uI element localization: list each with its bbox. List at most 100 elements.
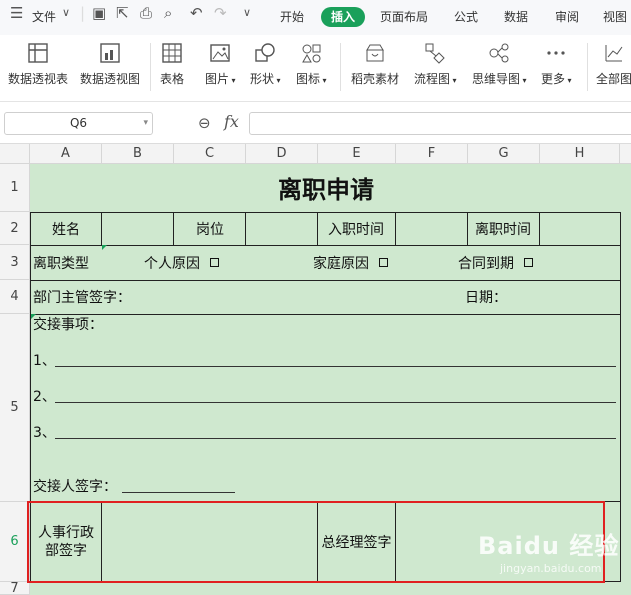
all-charts-button[interactable]: 全部图 (596, 42, 631, 87)
option-personal-reason[interactable]: 个人原因 (144, 245, 219, 280)
chevron-down-icon[interactable]: ∨ (62, 0, 70, 26)
flowchart-icon (425, 43, 445, 64)
table-border (539, 212, 540, 245)
mindmap-button[interactable]: 思维导图 ▾ (472, 42, 527, 87)
chevron-down-icon[interactable]: ∨ (243, 0, 251, 26)
table-border (101, 212, 102, 245)
pivot-chart-button[interactable]: 数据透视图 (80, 42, 140, 87)
flowchart-button[interactable]: 流程图 ▾ (414, 42, 457, 87)
ribbon-toolbar: 数据透视表 数据透视图 表格 图片 ▾ 形状 ▾ 图标 ▾ 稻壳素材 流程图 ▾… (0, 35, 631, 102)
zoom-search-icon[interactable]: ⊖ (198, 114, 211, 132)
chevron-down-icon[interactable]: ▾ (143, 113, 148, 134)
form-title: 离职申请 (278, 175, 374, 204)
row-header-7[interactable]: 7 (0, 581, 30, 595)
undo-icon[interactable]: ↶ (190, 0, 203, 26)
cell-position-label[interactable]: 岗位 (196, 212, 224, 245)
docer-material-button[interactable]: 稻壳素材 (351, 42, 399, 87)
divider (587, 43, 588, 91)
column-header-a[interactable]: A (30, 144, 102, 164)
shape-button[interactable]: 形状 ▾ (250, 42, 281, 87)
row-header-4[interactable]: 4 (0, 280, 30, 314)
comment-indicator (102, 245, 107, 250)
save-icon[interactable]: ▣ (92, 0, 106, 26)
print-preview-icon[interactable]: ⌕ (164, 0, 172, 26)
table-border (30, 314, 621, 315)
underline (55, 402, 616, 403)
icons-library-icon (302, 44, 321, 63)
row-header-3[interactable]: 3 (0, 245, 30, 280)
column-header-d[interactable]: D (246, 144, 318, 164)
underline (55, 366, 616, 367)
table-border (30, 212, 621, 213)
redo-icon[interactable]: ↷ (214, 0, 227, 26)
picture-button[interactable]: 图片 ▾ (205, 42, 236, 87)
baidu-watermark: Baidu 经验 (478, 532, 620, 560)
formula-input[interactable] (249, 112, 631, 135)
more-dots-icon (547, 51, 565, 55)
export-icon[interactable]: ⇱ (116, 0, 129, 26)
mindmap-icon (489, 43, 509, 63)
cell-leave-type-label[interactable]: 离职类型 (33, 245, 89, 280)
tab-page-layout[interactable]: 页面布局 (380, 7, 428, 27)
cell-supervisor-signature[interactable]: 部门主管签字： (33, 280, 131, 314)
table-border (467, 212, 468, 245)
tab-insert[interactable]: 插入 (321, 7, 366, 27)
select-all-corner[interactable] (0, 144, 30, 164)
column-header-c[interactable]: C (174, 144, 246, 164)
table-button[interactable]: 表格 (160, 42, 184, 87)
checkbox-icon[interactable] (379, 258, 388, 267)
picture-icon (210, 44, 230, 62)
tab-data[interactable]: 数据 (504, 7, 528, 27)
row-header-1[interactable]: 1 (0, 164, 30, 212)
handover-item-2: 2、 (33, 389, 56, 405)
table-icon (162, 43, 182, 63)
column-header-b[interactable]: B (102, 144, 174, 164)
icon-button[interactable]: 图标 ▾ (296, 42, 327, 87)
chart-icon (605, 45, 623, 62)
divider (340, 43, 341, 91)
column-header-h[interactable]: H (540, 144, 620, 164)
pivot-table-button[interactable]: 数据透视表 (8, 42, 68, 87)
row-header-5[interactable]: 5 (0, 314, 30, 502)
table-border (395, 212, 396, 245)
handover-item-1: 1、 (33, 353, 56, 369)
underline (122, 492, 235, 493)
table-border (173, 212, 174, 245)
tab-review[interactable]: 审阅 (555, 7, 579, 27)
cell-handover-items[interactable]: 交接事项： (33, 314, 103, 334)
column-header-e[interactable]: E (318, 144, 396, 164)
tab-home[interactable]: 开始 (280, 7, 304, 27)
row-header-6[interactable]: 6 (0, 502, 30, 582)
hamburger-menu-icon[interactable]: ☰ (10, 0, 23, 26)
tab-formula[interactable]: 公式 (454, 7, 478, 27)
name-box[interactable]: Q6 ▾ (4, 112, 153, 135)
tab-view[interactable]: 视图 (603, 7, 627, 27)
checkbox-icon[interactable] (524, 258, 533, 267)
cell-join-date-label[interactable]: 入职时间 (328, 212, 384, 245)
table-border (620, 212, 621, 582)
divider (150, 43, 151, 91)
table-border (245, 212, 246, 245)
shape-icon (255, 43, 275, 62)
option-family-reason[interactable]: 家庭原因 (313, 245, 388, 280)
cell-leave-date-label[interactable]: 离职时间 (475, 212, 531, 245)
print-icon[interactable]: ⎙ (140, 0, 152, 26)
checkbox-icon[interactable] (210, 258, 219, 267)
cell-date-label[interactable]: 日期： (465, 280, 507, 314)
more-button[interactable]: 更多 ▾ (541, 42, 572, 87)
cell-name-label[interactable]: 姓名 (52, 212, 80, 245)
material-icon (366, 44, 384, 62)
column-header-g[interactable]: G (468, 144, 540, 164)
option-contract-expired[interactable]: 合同到期 (458, 245, 533, 280)
column-header-f[interactable]: F (396, 144, 468, 164)
row-header-2[interactable]: 2 (0, 212, 30, 245)
pivot-table-icon (28, 43, 48, 63)
handover-person-signature: 交接人签字： (33, 479, 117, 495)
fx-icon[interactable]: fx (224, 112, 239, 131)
file-menu[interactable]: 文件 (32, 7, 56, 27)
divider: | (80, 4, 86, 22)
watermark-url: jingyan.baidu.com (500, 562, 602, 575)
column-headers: A B C D E F G H (0, 144, 631, 164)
menu-bar: ☰ 文件 ∨ | ▣ ⇱ ⎙ ⌕ ↶ ↷ ∨ 开始 插入 页面布局 公式 数据 … (0, 0, 631, 35)
handover-item-3: 3、 (33, 425, 56, 441)
